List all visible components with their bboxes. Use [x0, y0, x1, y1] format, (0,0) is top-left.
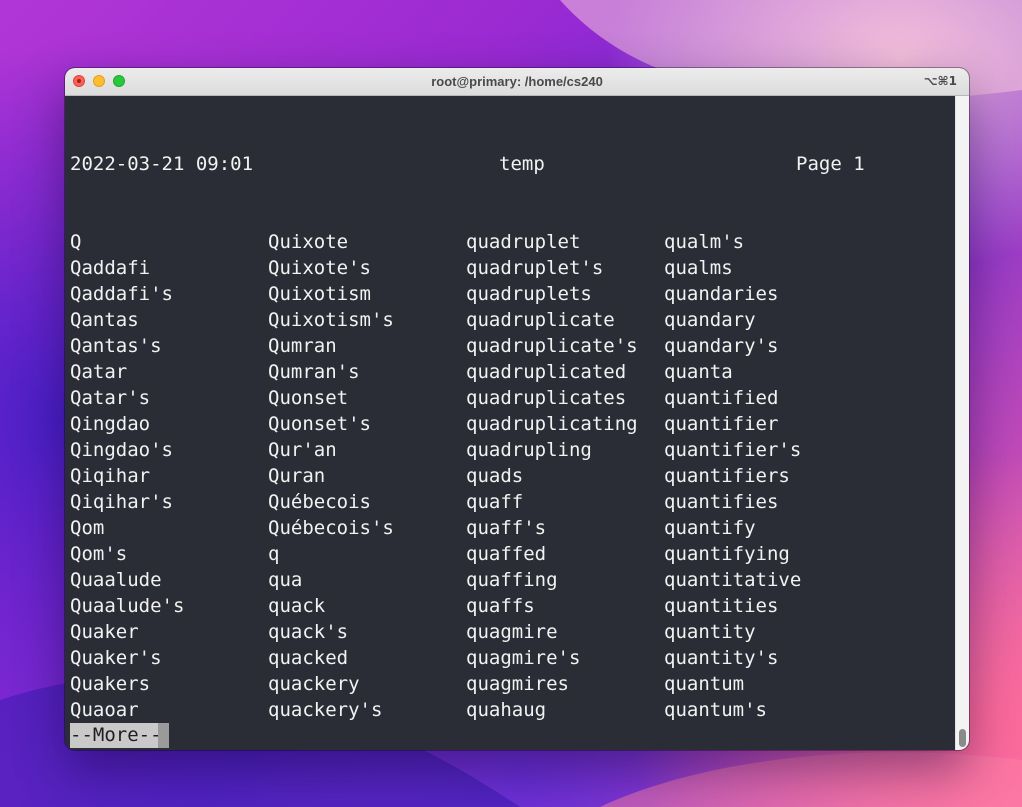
title-bar[interactable]: root@primary: /home/cs240 ⌥⌘1 — [65, 68, 969, 96]
word-entry: Qingdao's — [70, 439, 173, 461]
word-entry: quadruplicates — [466, 387, 627, 409]
word-entry: Quaalude — [70, 569, 162, 591]
header-page-number: Page 1 — [796, 153, 865, 175]
scrollbar-thumb[interactable] — [959, 729, 966, 747]
word-entry: quagmires — [466, 673, 569, 695]
window-title: root@primary: /home/cs240 — [431, 74, 603, 89]
word-column-4: qualm's qualms quandaries quandary quandary'… — [664, 229, 862, 723]
window-shortcut-label: ⌥⌘1 — [923, 74, 957, 88]
word-entry: quantity — [664, 621, 756, 643]
word-entry: quaffs — [466, 595, 535, 617]
word-entry: quadruplet — [466, 231, 581, 253]
word-entry: quagmire's — [466, 647, 581, 669]
word-entry: quadruplet's — [466, 257, 604, 279]
word-entry: Qumran's — [268, 361, 360, 383]
word-entry: quantum — [664, 673, 745, 695]
word-entry: quadruplicating — [466, 413, 638, 435]
word-entry: quantum's — [664, 699, 767, 721]
word-entry: quagmire — [466, 621, 558, 643]
word-entry: quadruplicate — [466, 309, 615, 331]
word-entry: Quixotism's — [268, 309, 394, 331]
word-entry: quadruplicate's — [466, 335, 638, 357]
word-entry: q — [268, 543, 280, 565]
word-entry: quanta — [664, 361, 733, 383]
word-entry: Quixotism — [268, 283, 371, 305]
word-column-2: Quixote Quixote's Quixotism Quixotism's Qumr… — [268, 229, 466, 723]
word-entry: quaffing — [466, 569, 558, 591]
text-cursor — [158, 723, 169, 748]
scrollbar[interactable] — [955, 96, 969, 750]
word-entry: Qiqihar — [70, 465, 151, 487]
word-entry: quantified — [664, 387, 779, 409]
word-entry: Quakers — [70, 673, 151, 695]
word-entry: Qantas — [70, 309, 139, 331]
word-entry: quaffed — [466, 543, 547, 565]
word-entry: quack's — [268, 621, 349, 643]
word-entry: Qatar's — [70, 387, 151, 409]
word-entry: Qur'an — [268, 439, 337, 461]
word-entry: quantity's — [664, 647, 779, 669]
word-entry: quacked — [268, 647, 349, 669]
word-entry: quahaug — [466, 699, 547, 721]
pager-more-prompt: --More-- — [70, 723, 162, 748]
word-entry: quads — [466, 465, 524, 487]
word-entry: quantifier — [664, 413, 779, 435]
word-entry: Quaalude's — [70, 595, 185, 617]
word-column-3: quadruplet quadruplet's quadruplets quadrup… — [466, 229, 664, 723]
word-entry: quaff — [466, 491, 524, 513]
word-column-1: Q Qaddafi Qaddafi's Qantas Qantas's Qatar Qata… — [70, 229, 268, 723]
word-entry: Quixote — [268, 231, 349, 253]
word-entry: Qatar — [70, 361, 128, 383]
word-entry: quandary — [664, 309, 756, 331]
header-filename: temp — [499, 153, 545, 175]
word-entry: Q — [70, 231, 82, 253]
word-entry: qualms — [664, 257, 733, 279]
word-entry: quadrupling — [466, 439, 592, 461]
word-entry: Quonset — [268, 387, 349, 409]
word-entry: quantifying — [664, 543, 790, 565]
word-entry: quandaries — [664, 283, 779, 305]
word-entry: quantifies — [664, 491, 779, 513]
word-entry: quantifier's — [664, 439, 802, 461]
word-entry: Qingdao — [70, 413, 151, 435]
terminal-window[interactable]: root@primary: /home/cs240 ⌥⌘1 2022-03-21… — [65, 68, 969, 750]
word-entry: Qaddafi's — [70, 283, 173, 305]
word-entry: Qiqihar's — [70, 491, 173, 513]
word-entry: Qantas's — [70, 335, 162, 357]
word-entry: qualm's — [664, 231, 745, 253]
word-entry: quaff's — [466, 517, 547, 539]
word-entry: Quixote's — [268, 257, 371, 279]
word-entry: qua — [268, 569, 303, 591]
word-entry: quantitative — [664, 569, 802, 591]
word-entry: quackery's — [268, 699, 383, 721]
word-entry: quackery — [268, 673, 360, 695]
word-entry: Québecois's — [268, 517, 394, 539]
word-entry: Quaker's — [70, 647, 162, 669]
word-entry: Qom — [70, 517, 105, 539]
word-entry: quantities — [664, 595, 779, 617]
word-entry: quantify — [664, 517, 756, 539]
word-entry: Quaoar — [70, 699, 139, 721]
word-entry: Qaddafi — [70, 257, 151, 279]
word-entry: Quonset's — [268, 413, 371, 435]
word-entry: quantifiers — [664, 465, 790, 487]
word-entry: Qumran — [268, 335, 337, 357]
word-entry: Quran — [268, 465, 326, 487]
word-entry: quadruplets — [466, 283, 592, 305]
word-entry: Qom's — [70, 543, 128, 565]
word-entry: Québecois — [268, 491, 371, 513]
terminal-output[interactable]: 2022-03-21 09:01 temp Page 1 Q Qaddafi Qad… — [65, 96, 955, 750]
word-entry: Quaker — [70, 621, 139, 643]
word-entry: quadruplicated — [466, 361, 627, 383]
word-entry: quandary's — [664, 335, 779, 357]
word-entry: quack — [268, 595, 326, 617]
header-date: 2022-03-21 09:01 — [70, 153, 254, 175]
